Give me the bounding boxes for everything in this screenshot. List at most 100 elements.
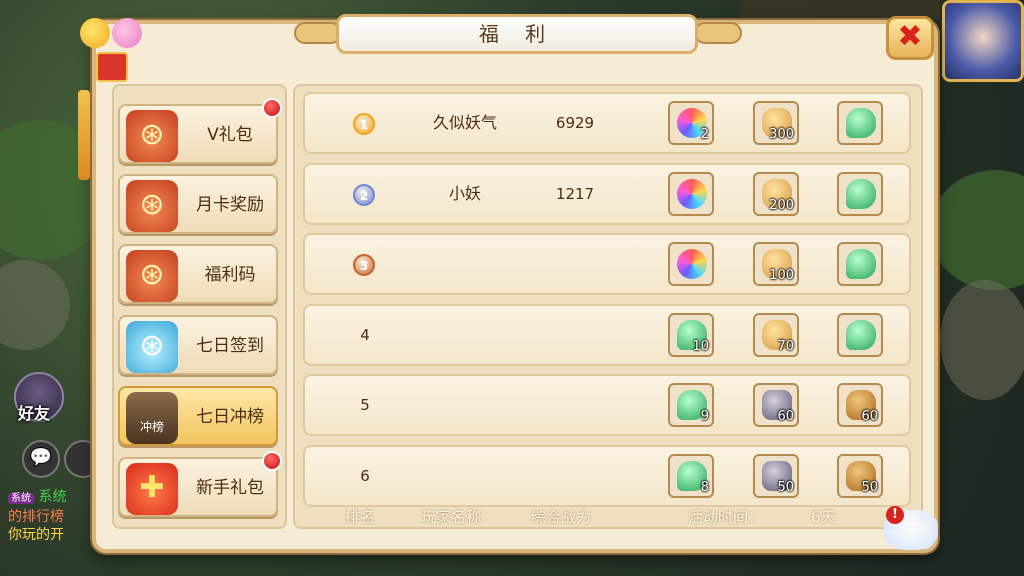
tab-seven-day-signin[interactable]: ⊛ 七日签到 [118,315,278,375]
chat-line: 你玩的开 [8,527,64,543]
gift-box-icon: ✚ [126,463,178,515]
player-name: 小妖 [448,183,481,203]
event-time-value: 6天 [811,508,836,526]
reward-slot[interactable] [668,242,714,286]
tab-label: 福利码 [204,265,256,285]
table-row: 6 8 50 50 [303,444,911,507]
notification-dot [262,98,282,118]
reward-quantity: 10 [692,338,709,354]
table-row: 1 久似妖气 6929 2 300 [303,92,911,154]
reward-quantity: 8 [700,479,709,495]
reward-slot[interactable]: 50 [753,453,799,498]
reward-slot[interactable]: 50 [837,453,883,498]
blue-lucky-bag-icon: ⊛ [126,321,178,373]
tab-welfare-code[interactable]: ⊛ 福利码 [118,244,278,304]
window-title: 福 利 [336,14,698,54]
reward-quantity: 70 [777,338,794,354]
jade-icon [846,108,876,138]
reward-slot[interactable] [668,171,714,216]
smiley-icon [80,18,110,48]
tassel-decoration [78,90,90,180]
reward-quantity: 60 [861,409,878,424]
player-power: 6929 [555,114,595,132]
player-name: 久似妖气 [432,113,497,132]
player-portrait[interactable] [942,0,1024,82]
tab-label: 月卡奖励 [196,195,264,215]
lucky-bag-icon: ⊛ [126,250,178,302]
reward-quantity: 100 [769,268,794,283]
rank-medal-icon: 3 [353,254,375,276]
jade-icon [846,178,876,209]
reward-slot[interactable]: 300 [753,101,799,145]
reward-quantity: 50 [777,479,794,495]
rank-number: 6 [360,466,370,485]
reward-slot[interactable]: 100 [753,242,799,286]
lucky-bag-icon: ⊛ [126,110,178,162]
chat-line: 的排行榜 [8,509,64,525]
reward-slot[interactable]: 70 [753,312,799,357]
table-row: 2 小妖 1217 200 [303,162,911,225]
reward-slot[interactable]: 2 [668,101,714,145]
reward-slot[interactable]: 60 [837,383,883,427]
ranking-panel: 1 久似妖气 6929 2 300 2 小妖 1217 200 3 100 4 10 70 5 9 60 60 6 8… [293,84,923,529]
gift-icon [96,52,128,82]
jade-icon [846,249,876,279]
tab-newbie-gift[interactable]: ✚ 新手礼包 [118,451,282,517]
tab-v-gift[interactable]: ⊛ V礼包 [118,98,282,164]
rank-number: 5 [360,396,370,414]
system-chat-log: 系统 系统 的排行榜 你玩的开 [8,488,66,544]
jade-icon [846,319,876,350]
tab-seven-day-ranking[interactable]: 冲榜 七日冲榜 [118,386,278,446]
system-tag: 系统 [8,493,34,504]
reward-slot[interactable] [837,171,883,216]
player-power: 1217 [555,184,595,203]
rank-number: 4 [360,325,370,344]
reward-quantity: 2 [700,127,709,142]
close-button[interactable]: ✖ [886,16,934,60]
rainbow-gem-icon [677,249,707,279]
welfare-tab-list: ⊛ V礼包 ⊛ 月卡奖励 ⊛ 福利码 ⊛ 七日签到 冲榜 七日冲榜 ✚ 新手礼包 [112,84,287,529]
scroll-ornament-left [294,22,342,44]
pink-mascot-icon [112,18,142,48]
left-hud: 好友 💬 系统 系统 的排行榜 你玩的开 [0,360,102,576]
reward-slot[interactable] [837,312,883,357]
ranking-footer: 排名 玩家名称 综合战力 活动时间： 6天 [293,505,923,529]
event-time-label: 活动时间： [688,508,764,526]
column-power: 综合战力 [531,508,592,526]
reward-slot[interactable]: 200 [753,171,799,216]
reward-slot[interactable]: 60 [753,383,799,427]
reward-slot[interactable]: 9 [668,383,714,427]
corner-decoration [66,12,166,82]
rank-medal-icon: 2 [353,183,375,206]
reward-slot[interactable] [837,242,883,286]
chat-line: 系统 [38,489,67,505]
notification-dot [262,451,282,471]
tab-label: 七日冲榜 [196,407,264,427]
column-rank: 排名 [345,508,376,526]
rainbow-gem-icon [677,178,707,209]
table-row: 3 100 [303,233,911,295]
chat-icon[interactable]: 💬 [22,440,60,478]
table-row: 5 9 60 60 [303,374,911,436]
alert-icon[interactable]: ! [886,506,904,524]
tab-monthly-card[interactable]: ⊛ 月卡奖励 [118,174,278,234]
reward-quantity: 60 [777,409,794,424]
tab-label: 七日签到 [196,336,264,356]
table-row: 4 10 70 [303,303,911,366]
background-tree [930,170,1024,290]
reward-slot[interactable]: 10 [668,312,714,357]
background-rock [0,260,70,350]
column-player-name: 玩家名称 [421,508,482,526]
rank-medal-icon: 1 [353,113,375,135]
background-rock [940,280,1024,400]
friend-label: 好友 [18,404,51,423]
reward-quantity: 300 [769,127,794,142]
reward-slot[interactable]: 8 [668,453,714,498]
reward-quantity: 50 [861,479,878,495]
rank-chest-icon: 冲榜 [126,392,178,444]
reward-quantity: 9 [700,409,709,424]
lucky-bag-icon: ⊛ [126,180,178,232]
scroll-ornament-right [694,22,742,44]
reward-slot[interactable] [837,101,883,145]
reward-quantity: 200 [769,197,794,213]
